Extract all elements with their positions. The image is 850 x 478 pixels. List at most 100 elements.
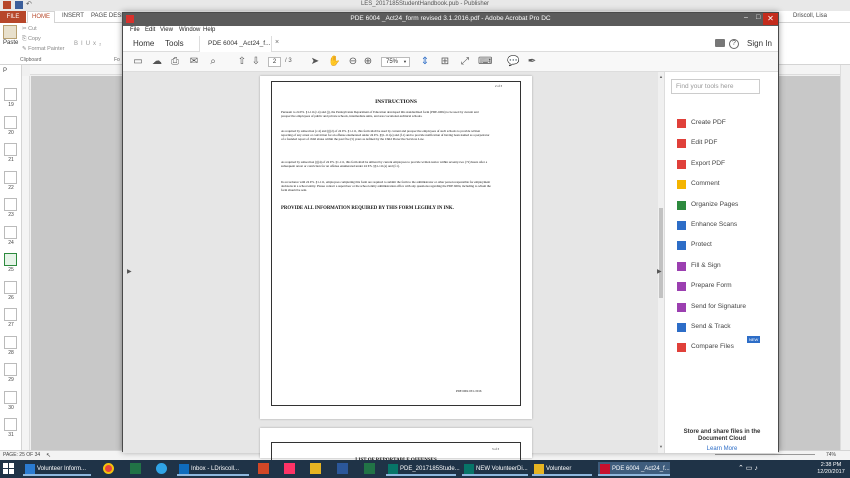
taskbar-app[interactable]: Inbox - LDriscoll... — [177, 462, 249, 476]
tool-create-pdf[interactable]: Create PDF — [665, 118, 777, 130]
page-thumbnail[interactable] — [4, 225, 17, 239]
sign-in-button[interactable]: Sign In — [747, 39, 772, 48]
paste-icon[interactable] — [3, 25, 17, 39]
help-icon[interactable]: ? — [729, 39, 739, 49]
tool-comment[interactable]: Comment — [665, 179, 777, 191]
menu-edit[interactable]: Edit — [145, 27, 155, 33]
maximize-icon[interactable]: □ — [756, 14, 760, 21]
page-thumbnail[interactable] — [4, 335, 17, 349]
page-thumbnail[interactable] — [4, 253, 17, 266]
page-thumbnail[interactable] — [4, 170, 17, 184]
taskbar-app[interactable]: PDE 6004 _Act24_f... — [598, 462, 670, 476]
comment-icon[interactable]: 💬 — [507, 56, 519, 68]
document-tab-close-icon[interactable]: × — [275, 39, 279, 46]
pen-icon[interactable]: ✒ — [526, 56, 538, 68]
zoom-in-icon[interactable]: ⊕ — [362, 56, 374, 68]
scroll-down-icon[interactable]: ▼ — [659, 444, 663, 449]
powerpoint-icon[interactable] — [258, 463, 269, 474]
user-name[interactable]: Driscoll, Lisa — [793, 13, 827, 19]
tool-fill-sign[interactable]: Fill & Sign — [665, 261, 777, 273]
taskbar-app[interactable]: Volunteer — [532, 462, 592, 476]
format-painter-button[interactable]: ✎ Format Painter — [22, 46, 65, 52]
collapse-tools-pane-icon[interactable]: ▶ — [657, 268, 662, 275]
select-cursor-icon[interactable]: ➤ — [309, 56, 321, 68]
zoom-dropdown[interactable]: 75% ▼ — [381, 57, 410, 67]
print-icon[interactable]: ⎙ — [169, 56, 181, 68]
tool-send-for-signature[interactable]: Send for Signature — [665, 302, 777, 314]
upload-cloud-icon[interactable]: ☁ — [151, 56, 163, 68]
tool-prepare-form[interactable]: Prepare Form — [665, 281, 777, 293]
file-explorer-icon[interactable] — [310, 463, 321, 474]
minimize-icon[interactable]: – — [744, 14, 748, 21]
page-thumbnail[interactable] — [4, 88, 17, 101]
email-icon[interactable]: ✉ — [188, 56, 200, 68]
next-page-icon[interactable]: ⇩ — [250, 56, 262, 68]
page-thumbnail[interactable] — [4, 198, 17, 211]
scrollbar-thumb[interactable] — [659, 208, 663, 298]
menu-view[interactable]: View — [160, 27, 173, 33]
previous-page-icon[interactable]: ⇧ — [236, 56, 248, 68]
page-thumbnail[interactable] — [4, 390, 17, 404]
excel-icon[interactable] — [364, 463, 375, 474]
page-thumbnail[interactable] — [4, 280, 17, 294]
fit-page-icon[interactable]: ⇕ — [419, 56, 431, 68]
windows-start-icon[interactable] — [3, 463, 14, 474]
publisher-scrollbar[interactable] — [840, 65, 850, 450]
menu-file[interactable]: File — [130, 27, 140, 33]
fit-width-icon[interactable]: ⊞ — [439, 56, 451, 68]
tool-edit-pdf[interactable]: Edit PDF — [665, 138, 777, 150]
home-tab[interactable]: Home — [133, 39, 154, 48]
chrome-icon[interactable] — [103, 463, 114, 474]
expand-left-pane-icon[interactable]: ▶ — [127, 268, 132, 275]
page-thumbnail[interactable] — [4, 363, 17, 376]
close-icon[interactable]: ✕ — [763, 13, 778, 25]
tools-search-input[interactable]: Find your tools here — [671, 79, 760, 94]
word-icon[interactable] — [337, 463, 348, 474]
document-tab[interactable]: PDE 6004 _Act24_f... — [199, 36, 272, 52]
clock[interactable]: 2:38 PM 12/20/2017 — [815, 462, 847, 476]
page-thumbnail-number: 30 — [8, 404, 14, 411]
page-thumbnail[interactable] — [4, 308, 17, 321]
system-tray-icons[interactable]: ⌃ ▭ ♪ — [738, 464, 758, 472]
tool-enhance-scans[interactable]: Enhance Scans — [665, 220, 777, 232]
internet-explorer-icon[interactable] — [156, 463, 167, 474]
page-thumbnail[interactable] — [4, 143, 17, 156]
full-screen-icon[interactable]: ⤢ — [459, 56, 471, 68]
tab-insert[interactable]: INSERT — [62, 13, 84, 19]
tool-organize-pages[interactable]: Organize Pages — [665, 200, 777, 212]
tools-tab[interactable]: Tools — [165, 39, 184, 48]
copy-button[interactable]: ⎘ Copy — [22, 36, 41, 43]
taskbar-app[interactable]: Volunteer Inform... — [23, 462, 91, 476]
bold-button[interactable]: B — [74, 41, 81, 47]
paste-button[interactable]: Paste — [3, 40, 18, 46]
tool-compare-files[interactable]: Compare Files NEW — [665, 336, 777, 354]
page-thumbnail[interactable] — [4, 115, 17, 129]
tab-file[interactable]: FILE — [0, 11, 26, 23]
subscript-button[interactable]: x₂ — [93, 41, 104, 47]
menu-help[interactable]: Help — [203, 27, 215, 33]
tab-home[interactable]: HOME — [27, 11, 55, 23]
cut-button[interactable]: ✂ Cut — [22, 26, 37, 32]
zoom-out-icon[interactable]: ⊖ — [347, 56, 359, 68]
learn-more-link[interactable]: Learn More — [673, 446, 771, 452]
menu-window[interactable]: Window — [179, 27, 200, 33]
page-number-input[interactable]: 2 — [268, 57, 281, 67]
search-icon[interactable]: ⌕ — [207, 56, 219, 68]
keyboard-icon[interactable]: ⌨ — [478, 56, 492, 68]
underline-button[interactable]: U — [86, 41, 93, 47]
page-thumbnail[interactable] — [4, 418, 17, 431]
access-icon[interactable] — [130, 463, 141, 474]
zoom-slider[interactable] — [715, 454, 815, 455]
indesign-icon[interactable] — [284, 463, 295, 474]
tool-export-pdf[interactable]: Export PDF — [665, 159, 777, 171]
messages-icon[interactable] — [715, 39, 725, 47]
taskbar-app[interactable]: NEW VolunteerDi... — [462, 462, 528, 476]
tool-protect[interactable]: Protect — [665, 240, 777, 252]
format-buttons[interactable]: BIUx₂ — [74, 41, 104, 47]
save-file-icon[interactable]: ▭ — [132, 56, 144, 68]
page-thumbnail-number: 24 — [8, 239, 14, 246]
hand-tool-icon[interactable]: ✋ — [328, 56, 340, 68]
tool-send-track[interactable]: Send & Track — [665, 322, 777, 334]
taskbar-app[interactable]: PDE_2017185Stude... — [386, 462, 460, 476]
scroll-up-icon[interactable]: ▲ — [659, 74, 663, 79]
